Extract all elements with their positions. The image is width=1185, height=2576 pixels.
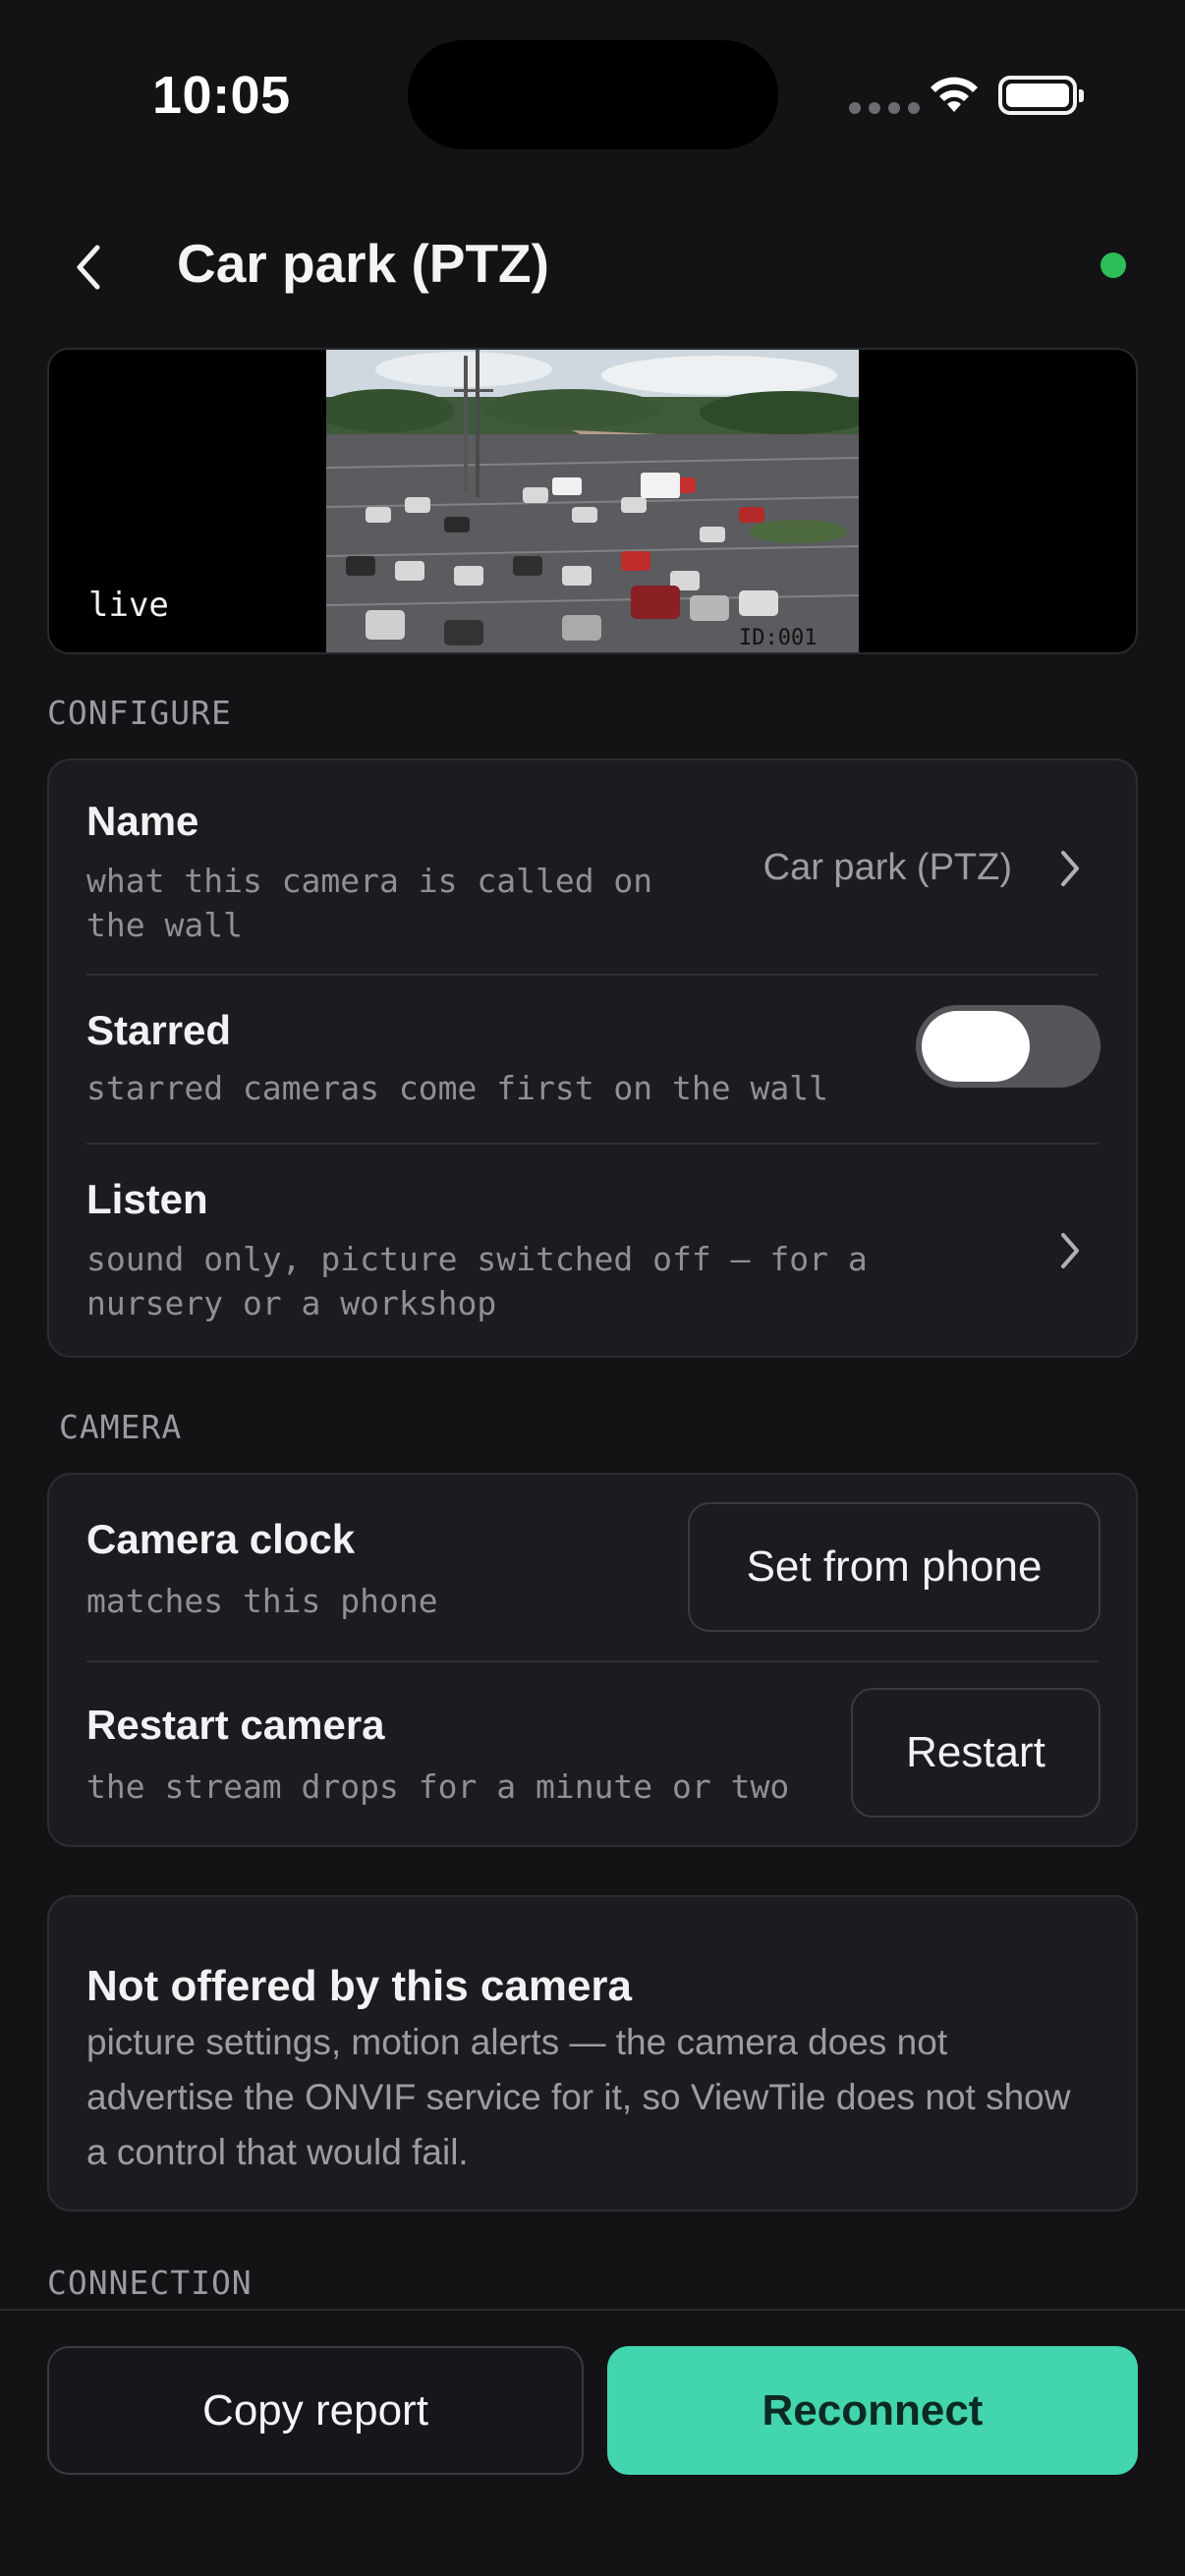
restart-camera-title: Restart camera: [86, 1702, 385, 1748]
camera-clock-subtitle: matches this phone: [86, 1582, 438, 1620]
restart-button[interactable]: Restart: [851, 1688, 1100, 1818]
section-label-configure: CONFIGURE: [47, 694, 232, 732]
set-from-phone-button[interactable]: Set from phone: [688, 1502, 1100, 1632]
name-row-value: Car park (PTZ): [762, 847, 1012, 888]
not-offered-card: Not offered by this camera picture setti…: [47, 1895, 1138, 2212]
camera-id-overlay: ID:001: [739, 626, 817, 650]
starred-row-subtitle: starred cameras come first on the wall: [86, 1069, 828, 1107]
section-label-connection: CONNECTION: [47, 2264, 253, 2302]
wifi-icon: [931, 77, 978, 112]
dynamic-island: [408, 40, 778, 149]
starred-row-title: Starred: [86, 1007, 232, 1053]
name-row[interactable]: Name what this camera is called on the w…: [49, 760, 1136, 975]
restart-camera-row: Restart camera the stream drops for a mi…: [49, 1662, 1136, 1847]
listen-row-subtitle: sound only, picture switched off — for a…: [86, 1240, 868, 1322]
page-title: Car park (PTZ): [177, 233, 549, 294]
chevron-left-icon: [77, 245, 100, 290]
listen-row-title: Listen: [86, 1176, 208, 1222]
toggle-knob: [922, 1011, 1030, 1082]
configure-card: Name what this camera is called on the w…: [47, 758, 1138, 1358]
copy-report-button[interactable]: Copy report: [47, 2346, 584, 2475]
cellular-signal-icon: [849, 102, 920, 114]
status-time: 10:05: [152, 66, 291, 125]
battery-icon: [998, 76, 1084, 115]
live-preview[interactable]: ID:001 live: [47, 348, 1138, 654]
starred-row: Starred starred cameras come first on th…: [49, 976, 1136, 1143]
not-offered-body: picture settings, motion alerts — the ca…: [86, 2022, 1071, 2172]
connection-status-dot: [1100, 252, 1126, 278]
chevron-right-icon: [1061, 1233, 1079, 1268]
live-label: live: [88, 586, 169, 625]
not-offered-title: Not offered by this camera: [86, 1962, 633, 2010]
camera-clock-row: Camera clock matches this phone Set from…: [49, 1475, 1136, 1661]
reconnect-button[interactable]: Reconnect: [607, 2346, 1138, 2475]
camera-clock-title: Camera clock: [86, 1516, 356, 1562]
restart-camera-subtitle: the stream drops for a minute or two: [86, 1767, 790, 1806]
chevron-right-icon: [1061, 851, 1079, 886]
name-row-subtitle: what this camera is called on the wall: [86, 862, 653, 944]
camera-feed-image: ID:001: [326, 350, 859, 652]
starred-toggle[interactable]: [916, 1005, 1100, 1088]
name-row-title: Name: [86, 798, 199, 844]
back-button[interactable]: [59, 228, 118, 307]
camera-card: Camera clock matches this phone Set from…: [47, 1473, 1138, 1847]
section-label-camera: CAMERA: [59, 1408, 183, 1446]
listen-row[interactable]: Listen sound only, picture switched off …: [49, 1145, 1136, 1357]
